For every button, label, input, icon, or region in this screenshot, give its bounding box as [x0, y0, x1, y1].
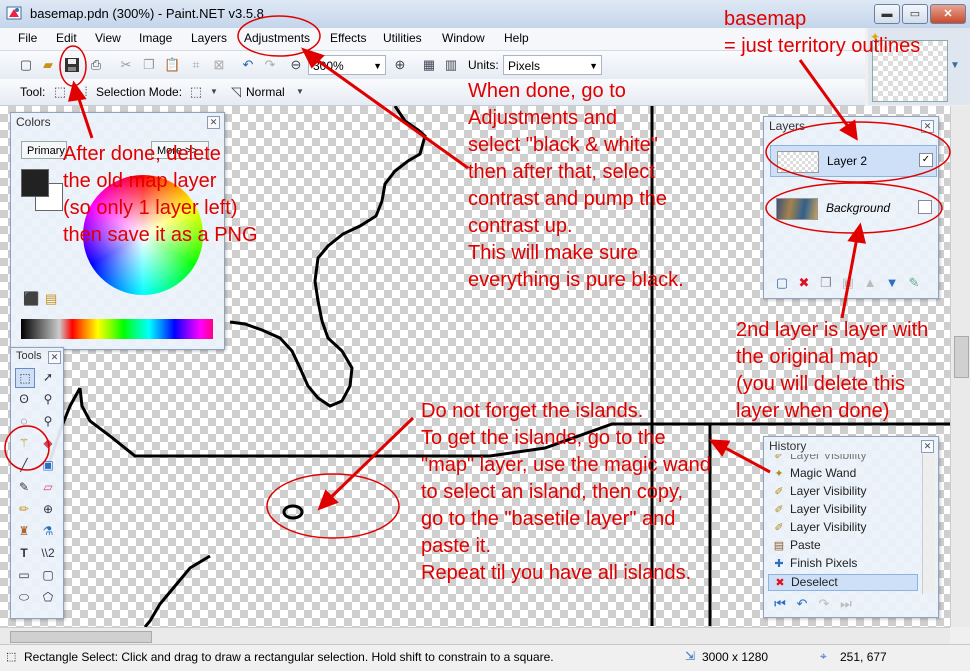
annotation-basemap: basemap = just territory outlines	[724, 8, 921, 57]
annotation-arrowhead	[301, 47, 325, 69]
annotation-arrow-adjustments	[309, 53, 469, 170]
annotation-arrowhead	[847, 222, 866, 244]
annotation-arrowhead	[68, 80, 87, 102]
annotation-circle-island	[266, 473, 400, 539]
annotation-circle-magic-wand	[4, 425, 50, 471]
annotation-circle-background	[765, 182, 943, 234]
annotation-arrow-basemap	[798, 59, 854, 133]
annotation-arrow-background	[840, 231, 860, 319]
annotation-circle-save	[59, 45, 87, 87]
annotation-arrow-island	[324, 416, 415, 504]
annotation-second-layer: 2nd layer is layer with the original map…	[736, 319, 929, 422]
annotation-arrowhead	[708, 439, 731, 457]
annotation-adjustments: When done, go to Adjustments and select …	[468, 80, 684, 291]
annotation-arrowhead	[839, 119, 858, 141]
annotation-islands: Do not forget the islands. To get the is…	[421, 400, 711, 584]
annotation-delete-layer: After done, delete the old map layer (so…	[63, 143, 258, 246]
annotation-circle-layer-2	[765, 121, 951, 183]
